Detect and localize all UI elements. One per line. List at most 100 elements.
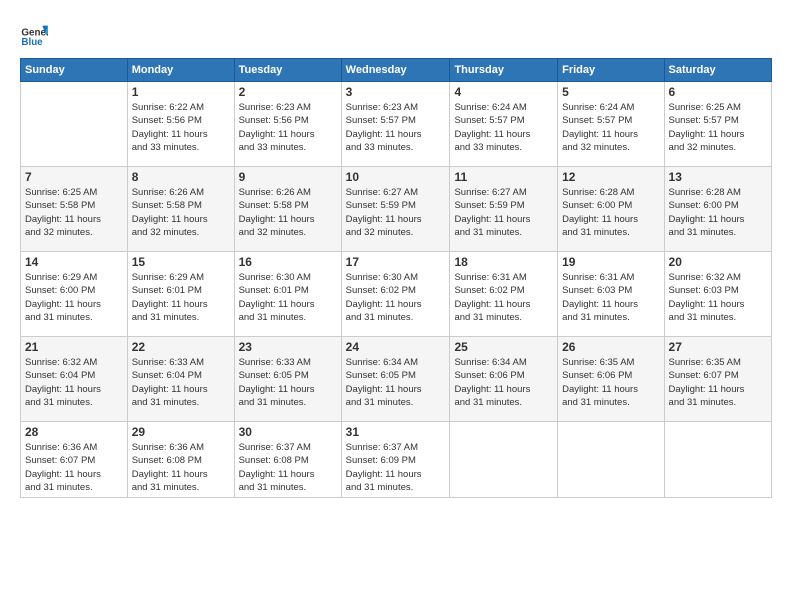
logo: General Blue <box>20 20 52 48</box>
day-info: Sunrise: 6:31 AM Sunset: 6:02 PM Dayligh… <box>454 271 553 324</box>
header: General Blue <box>20 20 772 48</box>
day-info: Sunrise: 6:23 AM Sunset: 5:56 PM Dayligh… <box>239 101 337 154</box>
calendar-cell: 13Sunrise: 6:28 AM Sunset: 6:00 PM Dayli… <box>664 167 771 252</box>
day-number: 16 <box>239 255 337 269</box>
day-info: Sunrise: 6:34 AM Sunset: 6:06 PM Dayligh… <box>454 356 553 409</box>
day-number: 23 <box>239 340 337 354</box>
day-number: 19 <box>562 255 659 269</box>
calendar-cell <box>21 82 128 167</box>
calendar-cell <box>450 422 558 498</box>
calendar-cell: 20Sunrise: 6:32 AM Sunset: 6:03 PM Dayli… <box>664 252 771 337</box>
day-info: Sunrise: 6:25 AM Sunset: 5:58 PM Dayligh… <box>25 186 123 239</box>
calendar-cell: 24Sunrise: 6:34 AM Sunset: 6:05 PM Dayli… <box>341 337 450 422</box>
calendar-cell: 11 Sunrise: 6:27 AM Sunset: 5:59 PM Dayli… <box>450 167 558 252</box>
calendar-cell: 29 Sunrise: 6:36 AM Sunset: 6:08 PM Dayli… <box>127 422 234 498</box>
calendar-cell: 22 Sunrise: 6:33 AM Sunset: 6:04 PM Dayli… <box>127 337 234 422</box>
calendar-cell: 21Sunrise: 6:32 AM Sunset: 6:04 PM Dayli… <box>21 337 128 422</box>
day-info: Sunrise: 6:30 AM Sunset: 6:01 PM Dayligh… <box>239 271 337 324</box>
day-number: 14 <box>25 255 123 269</box>
day-info: Sunrise: 6:29 AM Sunset: 6:00 PM Dayligh… <box>25 271 123 324</box>
day-info: Sunrise: 6:32 AM Sunset: 6:03 PM Dayligh… <box>669 271 767 324</box>
day-info: Sunrise: 6:28 AM Sunset: 6:00 PM Dayligh… <box>669 186 767 239</box>
day-info: Sunrise: 6:26 AM Sunset: 5:58 PM Dayligh… <box>239 186 337 239</box>
day-info: Sunrise: 6:22 AM Sunset: 5:56 PM Dayligh… <box>132 101 230 154</box>
day-number: 3 <box>346 85 446 99</box>
calendar-cell: 30 Sunrise: 6:37 AM Sunset: 6:08 PM Dayli… <box>234 422 341 498</box>
day-info: Sunrise: 6:30 AM Sunset: 6:02 PM Dayligh… <box>346 271 446 324</box>
calendar-cell: 17Sunrise: 6:30 AM Sunset: 6:02 PM Dayli… <box>341 252 450 337</box>
calendar-cell: 7 Sunrise: 6:25 AM Sunset: 5:58 PM Daylig… <box>21 167 128 252</box>
calendar-cell: 5 Sunrise: 6:24 AM Sunset: 5:57 PM Daylig… <box>558 82 664 167</box>
weekday-header-monday: Monday <box>127 59 234 82</box>
calendar-cell: 8Sunrise: 6:26 AM Sunset: 5:58 PM Daylig… <box>127 167 234 252</box>
day-number: 18 <box>454 255 553 269</box>
calendar-cell: 18 Sunrise: 6:31 AM Sunset: 6:02 PM Dayli… <box>450 252 558 337</box>
day-info: Sunrise: 6:27 AM Sunset: 5:59 PM Dayligh… <box>454 186 553 239</box>
calendar-cell: 31 Sunrise: 6:37 AM Sunset: 6:09 PM Dayli… <box>341 422 450 498</box>
calendar-cell: 4 Sunrise: 6:24 AM Sunset: 5:57 PM Daylig… <box>450 82 558 167</box>
day-info: Sunrise: 6:24 AM Sunset: 5:57 PM Dayligh… <box>454 101 553 154</box>
day-info: Sunrise: 6:34 AM Sunset: 6:05 PM Dayligh… <box>346 356 446 409</box>
day-info: Sunrise: 6:36 AM Sunset: 6:07 PM Dayligh… <box>25 441 123 494</box>
calendar-cell: 23 Sunrise: 6:33 AM Sunset: 6:05 PM Dayli… <box>234 337 341 422</box>
calendar-cell: 27 Sunrise: 6:35 AM Sunset: 6:07 PM Dayli… <box>664 337 771 422</box>
weekday-header-friday: Friday <box>558 59 664 82</box>
week-row-2: 14 Sunrise: 6:29 AM Sunset: 6:00 PM Dayli… <box>21 252 772 337</box>
calendar-cell: 16 Sunrise: 6:30 AM Sunset: 6:01 PM Dayli… <box>234 252 341 337</box>
day-number: 28 <box>25 425 123 439</box>
day-info: Sunrise: 6:33 AM Sunset: 6:05 PM Dayligh… <box>239 356 337 409</box>
day-number: 21 <box>25 340 123 354</box>
week-row-1: 7 Sunrise: 6:25 AM Sunset: 5:58 PM Daylig… <box>21 167 772 252</box>
calendar-cell: 12 Sunrise: 6:28 AM Sunset: 6:00 PM Dayli… <box>558 167 664 252</box>
calendar-cell <box>558 422 664 498</box>
day-number: 5 <box>562 85 659 99</box>
week-row-3: 21Sunrise: 6:32 AM Sunset: 6:04 PM Dayli… <box>21 337 772 422</box>
page: General Blue SundayMondayTuesdayWednesda… <box>0 0 792 612</box>
day-number: 27 <box>669 340 767 354</box>
calendar-cell: 2 Sunrise: 6:23 AM Sunset: 5:56 PM Daylig… <box>234 82 341 167</box>
day-info: Sunrise: 6:28 AM Sunset: 6:00 PM Dayligh… <box>562 186 659 239</box>
day-number: 6 <box>669 85 767 99</box>
day-info: Sunrise: 6:25 AM Sunset: 5:57 PM Dayligh… <box>669 101 767 154</box>
calendar-cell: 9 Sunrise: 6:26 AM Sunset: 5:58 PM Daylig… <box>234 167 341 252</box>
day-number: 25 <box>454 340 553 354</box>
day-number: 2 <box>239 85 337 99</box>
day-number: 15 <box>132 255 230 269</box>
day-number: 31 <box>346 425 446 439</box>
day-info: Sunrise: 6:27 AM Sunset: 5:59 PM Dayligh… <box>346 186 446 239</box>
day-number: 12 <box>562 170 659 184</box>
day-info: Sunrise: 6:37 AM Sunset: 6:08 PM Dayligh… <box>239 441 337 494</box>
calendar-cell: 3Sunrise: 6:23 AM Sunset: 5:57 PM Daylig… <box>341 82 450 167</box>
weekday-header-sunday: Sunday <box>21 59 128 82</box>
calendar-cell: 25 Sunrise: 6:34 AM Sunset: 6:06 PM Dayli… <box>450 337 558 422</box>
weekday-header-tuesday: Tuesday <box>234 59 341 82</box>
day-info: Sunrise: 6:35 AM Sunset: 6:07 PM Dayligh… <box>669 356 767 409</box>
calendar-cell <box>664 422 771 498</box>
day-info: Sunrise: 6:36 AM Sunset: 6:08 PM Dayligh… <box>132 441 230 494</box>
week-row-4: 28 Sunrise: 6:36 AM Sunset: 6:07 PM Dayli… <box>21 422 772 498</box>
day-number: 11 <box>454 170 553 184</box>
day-info: Sunrise: 6:24 AM Sunset: 5:57 PM Dayligh… <box>562 101 659 154</box>
weekday-header-wednesday: Wednesday <box>341 59 450 82</box>
calendar-cell: 14 Sunrise: 6:29 AM Sunset: 6:00 PM Dayli… <box>21 252 128 337</box>
day-info: Sunrise: 6:31 AM Sunset: 6:03 PM Dayligh… <box>562 271 659 324</box>
day-info: Sunrise: 6:35 AM Sunset: 6:06 PM Dayligh… <box>562 356 659 409</box>
day-info: Sunrise: 6:29 AM Sunset: 6:01 PM Dayligh… <box>132 271 230 324</box>
day-number: 9 <box>239 170 337 184</box>
day-info: Sunrise: 6:26 AM Sunset: 5:58 PM Dayligh… <box>132 186 230 239</box>
weekday-header-thursday: Thursday <box>450 59 558 82</box>
day-number: 26 <box>562 340 659 354</box>
day-info: Sunrise: 6:33 AM Sunset: 6:04 PM Dayligh… <box>132 356 230 409</box>
calendar-cell: 26 Sunrise: 6:35 AM Sunset: 6:06 PM Dayli… <box>558 337 664 422</box>
weekday-header-row: SundayMondayTuesdayWednesdayThursdayFrid… <box>21 59 772 82</box>
day-number: 4 <box>454 85 553 99</box>
day-number: 1 <box>132 85 230 99</box>
week-row-0: 1 Sunrise: 6:22 AM Sunset: 5:56 PM Daylig… <box>21 82 772 167</box>
weekday-header-saturday: Saturday <box>664 59 771 82</box>
day-number: 29 <box>132 425 230 439</box>
day-info: Sunrise: 6:37 AM Sunset: 6:09 PM Dayligh… <box>346 441 446 494</box>
day-number: 30 <box>239 425 337 439</box>
day-number: 22 <box>132 340 230 354</box>
day-number: 7 <box>25 170 123 184</box>
calendar-cell: 1 Sunrise: 6:22 AM Sunset: 5:56 PM Daylig… <box>127 82 234 167</box>
